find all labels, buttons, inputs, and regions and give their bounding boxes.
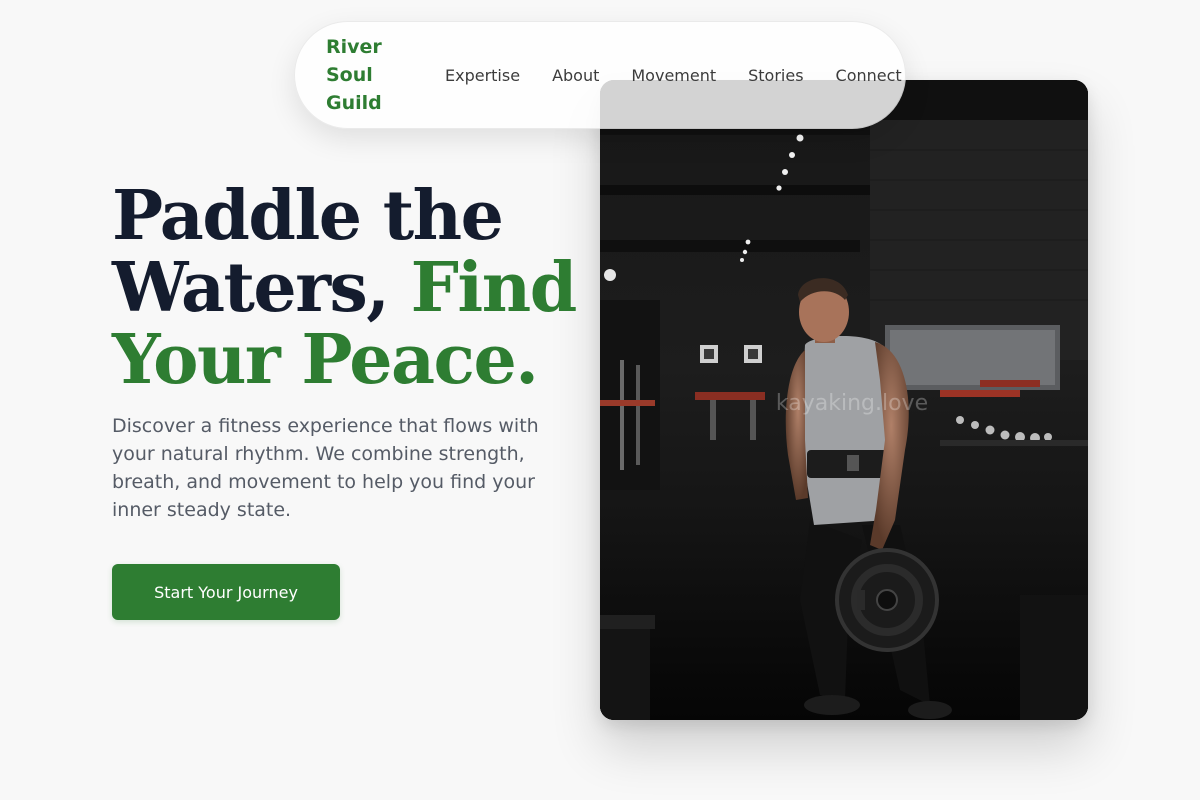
brand-line-2: Soul: [326, 64, 373, 86]
hero-image: kayaking.love: [600, 80, 1088, 720]
top-nav: River Soul Guild Expertise About Movemen…: [294, 21, 906, 129]
image-watermark: kayaking.love: [776, 391, 928, 416]
nav-link-stories[interactable]: Stories: [748, 66, 803, 85]
hero-title: Paddle the Waters, Find Your Peace.: [112, 176, 577, 400]
start-journey-button[interactable]: Start Your Journey: [112, 564, 340, 620]
hero-subtitle: Discover a fitness experience that flows…: [112, 415, 539, 521]
brand-logo[interactable]: River Soul Guild: [326, 33, 414, 117]
hero-title-line-3: Your Peace.: [112, 320, 539, 400]
nav-link-connect[interactable]: Connect: [836, 66, 902, 85]
brand-line-3: Guild: [326, 92, 382, 114]
nav-link-movement[interactable]: Movement: [631, 66, 716, 85]
hero-title-line-2-accent: Find: [410, 248, 578, 328]
nav-link-about[interactable]: About: [552, 66, 599, 85]
hero-title-line-2-dark: Waters,: [112, 248, 411, 328]
nav-link-expertise[interactable]: Expertise: [445, 66, 520, 85]
brand-line-1: River: [326, 36, 382, 58]
gym-photo-illustration: kayaking.love: [600, 80, 1088, 720]
hero-section: Paddle the Waters, Find Your Peace. Disc…: [112, 176, 577, 524]
hero-title-line-2: Waters, Find: [112, 252, 577, 324]
hero-title-line-1: Paddle the: [112, 176, 504, 256]
nav-links: Expertise About Movement Stories Connect: [445, 66, 902, 85]
